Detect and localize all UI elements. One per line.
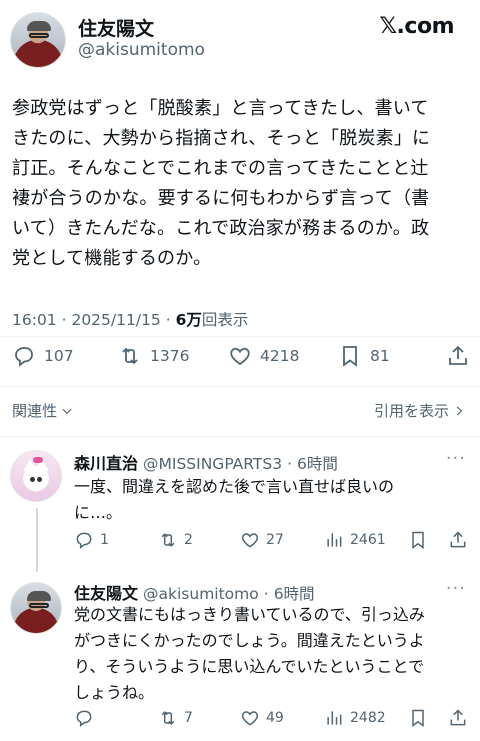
reply-actions: 7 49 2482 (74, 708, 470, 732)
reply-time[interactable]: 6時間 (297, 452, 338, 474)
bookmark-count: 81 (370, 347, 390, 365)
reply-item: 住友陽文 @akisumitomo · 6時間 ··· 党の文書にもはっきり書い… (0, 576, 480, 741)
reply-author-handle[interactable]: @akisumitomo (143, 585, 259, 603)
repost-button[interactable]: 7 (158, 708, 193, 728)
reply-author-name[interactable]: 住友陽文 (74, 580, 138, 604)
reply-icon (76, 532, 92, 550)
avatar[interactable] (10, 12, 66, 68)
like-icon (241, 711, 259, 726)
more-icon[interactable]: ··· (446, 448, 466, 469)
view-quotes-link[interactable]: 引用を表示 (374, 400, 466, 421)
like-icon (230, 347, 250, 366)
view-quotes-label: 引用を表示 (373, 402, 449, 420)
repost-icon (122, 347, 138, 365)
bookmark-icon (412, 531, 424, 549)
bookmark-icon (412, 709, 424, 727)
thread-line (36, 508, 38, 572)
repost-count: 2 (184, 532, 193, 548)
reply-item: 森川直治 @MISSINGPARTS3 · 6時間 ··· 一度、間違えを認めた… (0, 446, 480, 576)
repost-button[interactable]: 2 (158, 530, 193, 550)
sort-label: 関連性 (12, 402, 58, 420)
share-icon (450, 709, 466, 726)
post-text: 参政党はずっと「脱酸素」と言ってきたし、書いて きたのに、大勢から指摘され、そっ… (12, 98, 431, 269)
like-icon (241, 533, 259, 548)
post-time[interactable]: 16:01 (12, 311, 57, 329)
sort-dropdown[interactable]: 関連性 (12, 400, 74, 421)
reply-button[interactable]: 1 (74, 530, 109, 550)
reply-icon (76, 710, 92, 728)
share-button[interactable] (446, 344, 470, 368)
reply-author-name[interactable]: 森川直治 (74, 450, 138, 474)
bookmark-button[interactable] (408, 530, 428, 550)
repost-count: 7 (184, 710, 193, 726)
reply-header: 森川直治 @MISSINGPARTS3 · 6時間 (74, 450, 338, 474)
reply-button[interactable] (74, 708, 100, 728)
repost-button[interactable]: 1376 (118, 344, 189, 368)
reply-header: 住友陽文 @akisumitomo · 6時間 (74, 580, 315, 604)
more-icon[interactable]: ··· (446, 578, 466, 599)
like-button[interactable]: 27 (240, 530, 284, 550)
reply-text: 党の文書にもはっきり書いているので、引っ込み がつきにくかったのでしょう。間違え… (74, 605, 425, 702)
share-icon (449, 345, 467, 365)
divider (0, 336, 480, 337)
bookmark-button[interactable]: 81 (338, 344, 390, 368)
post-date[interactable]: 2025/11/15 (71, 311, 160, 329)
avatar[interactable] (10, 450, 62, 502)
reply-count: 1 (100, 532, 109, 548)
reply-actions: 1 2 27 2461 (74, 530, 470, 554)
share-button[interactable] (448, 530, 468, 550)
views-icon (327, 533, 342, 547)
reply-icon (15, 347, 33, 367)
views-count: 2461 (350, 532, 386, 548)
reply-count: 107 (44, 347, 74, 365)
x-logo: 𝕏.com (379, 14, 454, 39)
avatar[interactable] (10, 582, 62, 634)
views-button[interactable]: 2482 (324, 708, 386, 728)
like-button[interactable]: 4218 (228, 344, 299, 368)
repost-count: 1376 (150, 347, 190, 365)
chevron-right-icon (456, 406, 463, 415)
bookmark-button[interactable] (408, 708, 428, 728)
views-count: 6万 (175, 311, 202, 329)
like-count: 27 (266, 532, 284, 548)
views-button[interactable]: 2461 (324, 530, 386, 550)
views-label: 回表示 (201, 311, 249, 329)
author-name[interactable]: 住友陽文 (78, 14, 154, 41)
share-button[interactable] (448, 708, 468, 728)
views-count: 2482 (350, 710, 386, 726)
divider (0, 386, 480, 387)
reply-text: 一度、間違えを認めた後で言い直せば良いの に…。 (74, 477, 395, 522)
like-button[interactable]: 49 (240, 708, 284, 728)
reply-author-handle[interactable]: @MISSINGPARTS3 (143, 455, 282, 473)
views-icon (327, 711, 342, 725)
like-count: 49 (266, 710, 284, 726)
bookmark-icon (343, 346, 357, 367)
author-handle[interactable]: @akisumitomo (78, 40, 205, 60)
repost-icon (161, 711, 175, 725)
like-count: 4218 (260, 347, 300, 365)
reply-button[interactable]: 107 (12, 344, 74, 368)
share-icon (450, 531, 466, 548)
reply-time[interactable]: 6時間 (274, 582, 315, 604)
chevron-down-icon (62, 408, 72, 414)
divider (0, 436, 480, 437)
post-actions: 107 1376 4218 81 (0, 344, 480, 376)
repost-icon (161, 533, 175, 547)
post-meta: 16:01 · 2025/11/15 · 6万回表示 (12, 311, 249, 329)
